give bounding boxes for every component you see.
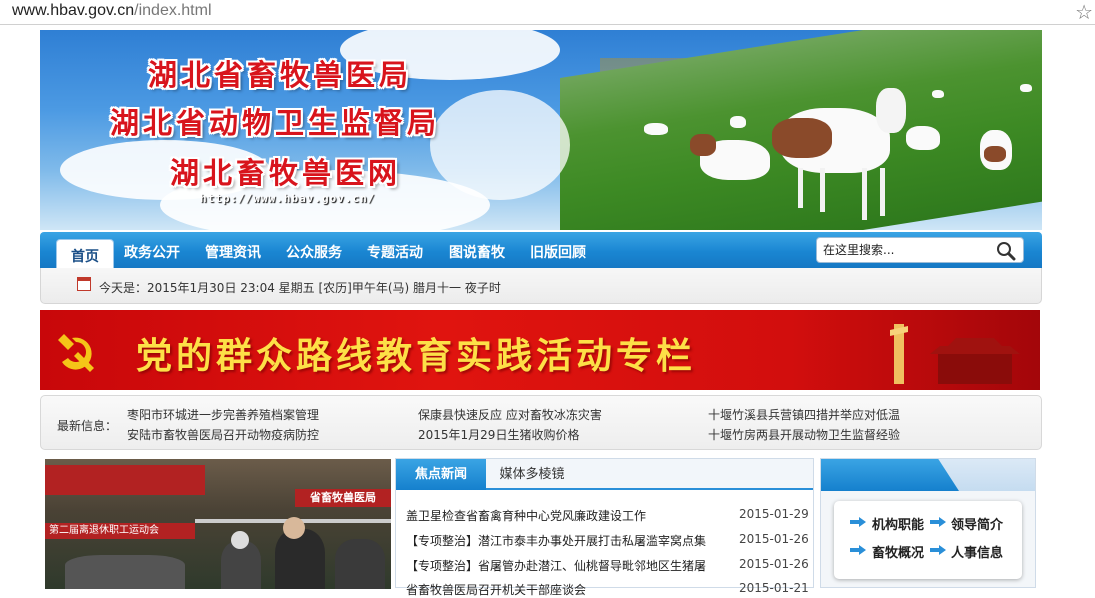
main-nav: 首页 政务公开 管理资讯 公众服务 专题活动 图说畜牧 旧版回顾 [40,232,1042,271]
news-panel: 焦点新闻 媒体多棱镜 盖卫星检查省畜禽育种中心党风廉政建设工作 2015-01-… [395,458,814,597]
latest-info-item[interactable]: 十堰竹房两县开展动物卫生监督经验 [708,426,900,443]
latest-info-item[interactable]: 2015年1月29日生猪收购价格 [418,426,579,443]
news-item-title[interactable]: 【专项整治】省屠管办赴潜江、仙桃督导毗邻地区生猪屠 [406,557,726,574]
browser-address-bar[interactable]: www.hbav.gov.cn/index.html ☆ [0,0,1095,25]
search-box [816,237,1024,263]
banner-url: http://www.hbav.gov.cn/ [200,192,376,205]
quick-links-tab [821,459,959,491]
arrow-right-icon [930,517,946,527]
nav-management-info[interactable]: 管理资讯 [205,242,261,262]
latest-info-item[interactable]: 枣阳市环城进一步完善养殖档案管理 [127,406,319,423]
tiananmen-icon [890,324,1020,384]
news-item-date: 2015-01-26 [739,557,809,571]
header-banner: 湖北省畜牧兽医局 湖北省动物卫生监督局 湖北畜牧兽医网 http://www.h… [40,30,1042,230]
arrow-right-icon [850,517,866,527]
current-date: 今天是：2015年1月30日 23:04 星期五 [农历]甲午年(马) 腊月十一… [99,281,501,295]
news-item-title[interactable]: 盖卫星检查省畜禽育种中心党风廉政建设工作 [406,507,726,524]
date-bar: 今天是：2015年1月30日 23:04 星期五 [农历]甲午年(马) 腊月十一… [40,268,1042,304]
arrow-right-icon [850,545,866,555]
calendar-icon [77,277,91,291]
tab-media[interactable]: 媒体多棱镜 [486,459,578,490]
goat-image [690,134,770,180]
nav-government-affairs[interactable]: 政务公开 [124,242,180,262]
photo-banner: 第二届离退休职工运动会 [45,523,195,539]
news-item-title[interactable]: 省畜牧兽医局召开机关干部座谈会 [406,581,726,598]
goat-image [906,126,940,150]
latest-info-bar: 最新信息： 枣阳市环城进一步完善养殖档案管理 保康县快速反应 应对畜牧冰冻灾害 … [40,395,1042,450]
url-text[interactable]: www.hbav.gov.cn/index.html [12,2,212,20]
quick-links-header [821,459,1035,491]
goat-image [932,90,944,98]
arrow-right-icon [930,545,946,555]
news-item-date: 2015-01-26 [739,532,809,546]
campaign-banner[interactable]: 党的群众路线教育实践活动专栏 [40,310,1040,390]
banner-title-supervision: 湖北省动物卫生监督局 [110,106,441,140]
news-tab-header: 焦点新闻 媒体多棱镜 [396,459,813,490]
latest-info-item[interactable]: 十堰竹溪县兵营镇四措并举应对低温 [708,406,900,423]
goat-image [772,88,906,220]
goat-image [1020,84,1032,92]
banner-title-site: 湖北畜牧兽医网 [170,156,402,190]
goat-image [980,130,1012,170]
campaign-title: 党的群众路线教育实践活动专栏 [136,336,697,377]
nav-special-events[interactable]: 专题活动 [367,242,423,262]
link-livestock-overview[interactable]: 畜牧概况 [872,542,924,561]
news-photo[interactable]: 省畜牧兽医局 第二届离退休职工运动会 [45,459,391,589]
nav-old-version[interactable]: 旧版回顾 [530,242,586,262]
link-leadership[interactable]: 领导简介 [951,514,1003,533]
star-icon[interactable]: ☆ [1075,0,1093,24]
url-host: www.hbav.gov.cn [12,2,135,19]
quick-links-box: 机构职能 领导简介 畜牧概况 人事信息 [834,501,1022,579]
nav-pictorial[interactable]: 图说畜牧 [449,242,505,262]
tab-focus-news[interactable]: 焦点新闻 [396,459,486,490]
news-item-date: 2015-01-21 [739,581,809,595]
nav-public-service[interactable]: 公众服务 [286,242,342,262]
quick-links-panel: 机构职能 领导简介 畜牧概况 人事信息 [820,458,1036,588]
goat-image [730,116,746,128]
latest-info-label: 最新信息： [57,419,118,433]
goat-image [644,123,668,135]
link-personnel-info[interactable]: 人事信息 [951,542,1003,561]
latest-info-item[interactable]: 安陆市畜牧兽医局召开动物疫病防控 [127,426,319,443]
photo-sign: 省畜牧兽医局 [295,489,391,507]
search-icon[interactable] [996,241,1016,261]
news-item-title[interactable]: 【专项整治】潜江市泰丰办事处开展打击私屠滥宰窝点集 [406,532,726,549]
latest-info-item[interactable]: 保康县快速反应 应对畜牧冰冻灾害 [418,406,602,423]
nav-home[interactable]: 首页 [56,239,114,271]
url-path: /index.html [134,2,212,19]
search-input[interactable] [823,241,983,259]
banner-titles: 湖北省畜牧兽医局 湖北省动物卫生监督局 湖北畜牧兽医网 http://www.h… [40,30,560,230]
link-agency-functions[interactable]: 机构职能 [872,514,924,533]
banner-title-bureau: 湖北省畜牧兽医局 [148,58,413,92]
news-item-date: 2015-01-29 [739,507,809,521]
party-emblem-icon [58,334,94,372]
